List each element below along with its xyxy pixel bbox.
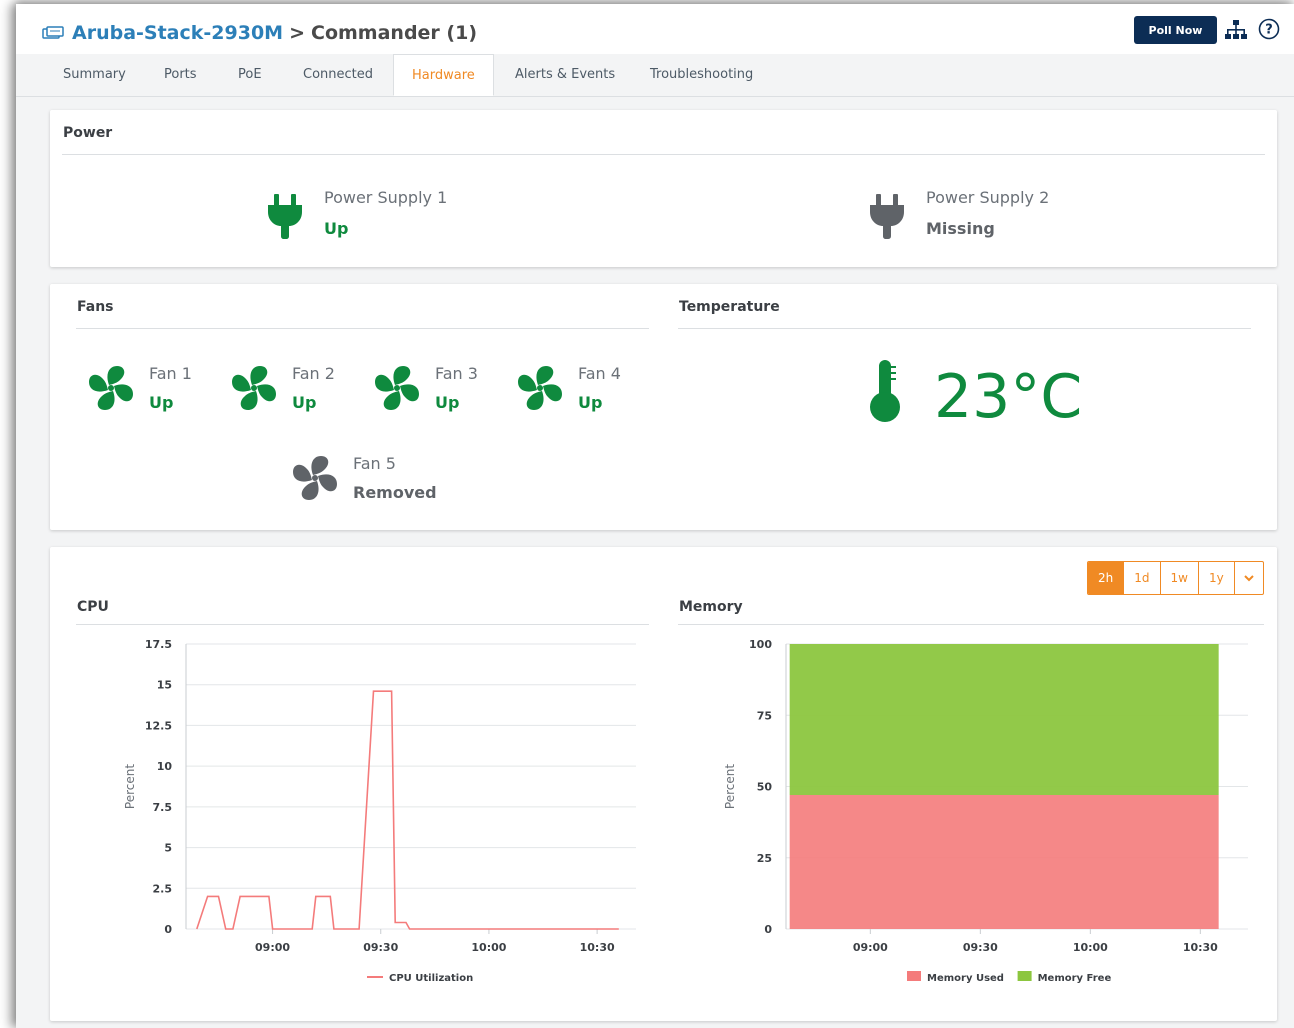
y-tick-label: 75 [757,709,772,722]
legend-label: Memory Used [927,973,1004,984]
power-supply-name: Power Supply 1 [324,188,448,207]
y-axis-title: Percent [123,764,137,809]
fan-3: Fan 3 Up [373,364,478,412]
tab-connected[interactable]: Connected [303,67,373,82]
x-tick-label: 09:30 [963,941,998,954]
fan-name: Fan 1 [149,364,192,383]
cpu-chart-title: CPU [77,599,109,615]
legend-label: CPU Utilization [389,973,473,984]
fans-title: Fans [77,299,114,315]
range-2h-button[interactable]: 2h [1088,562,1125,594]
help-icon[interactable]: ? [1258,18,1280,40]
y-tick-label: 5 [164,842,172,855]
memory-chart: 0 25 50 75 100 Percent 09:00 09:30 10:00 10:30 Mem… [723,638,1248,984]
fan-name: Fan 3 [435,364,478,383]
fan-1: Fan 1 Up [87,364,192,412]
fan-name: Fan 4 [578,364,621,383]
power-supply-2: Power Supply 2 Missing [868,188,1049,240]
fan-icon [89,366,133,410]
fan-status: Removed [353,483,437,502]
tab-poe[interactable]: PoE [238,67,262,82]
x-tick-label: 09:00 [853,941,888,954]
power-supply-status: Up [324,219,349,238]
range-1d-button[interactable]: 1d [1124,562,1161,594]
divider [678,328,1251,329]
device-name-link[interactable]: Aruba-Stack-2930M [72,22,283,44]
cpu-chart: 0 2.5 5 7.5 10 12.5 15 17.5 09:00 09:30 10:00 10:30… [123,638,636,984]
tab-alerts-events[interactable]: Alerts & Events [515,67,615,82]
breadcrumb-separator: > [289,22,305,44]
title-bar: Aruba-Stack-2930M > Commander (1) Poll N… [16,4,1294,54]
fan-5: Fan 5 Removed [291,454,437,502]
y-tick-label: 17.5 [145,638,172,651]
chevron-down-icon [1244,575,1254,582]
tab-bar: Summary Ports PoE Connected Hardware Ale… [16,54,1294,97]
x-tick-label: 10:30 [580,941,615,954]
fan-2: Fan 2 Up [230,364,335,412]
temperature-value: 23°C [934,362,1083,432]
fans-temperature-card: Fans Temperature Fan 1 Up Fan 2 Up Fan 3… [50,284,1277,530]
x-tick-label: 10:00 [1073,941,1108,954]
fan-status: Up [578,393,603,412]
fan-name: Fan 5 [353,454,396,473]
temperature-title: Temperature [679,299,780,315]
memory-free-area [789,644,1219,796]
y-tick-label: 25 [757,852,772,865]
legend-swatch [907,971,921,981]
tab-summary[interactable]: Summary [63,67,126,82]
switch-device-icon [42,26,64,39]
tab-hardware[interactable]: Hardware [393,54,494,96]
y-tick-label: 10 [157,760,173,773]
fan-status: Up [149,393,174,412]
fan-name: Fan 2 [292,364,335,383]
topology-icon[interactable] [1224,18,1248,42]
y-tick-label: 0 [164,923,172,936]
tab-ports[interactable]: Ports [164,67,197,82]
legend-label: Memory Free [1038,973,1112,984]
y-axis-title: Percent [723,764,737,809]
member-name: Commander (1) [311,22,477,44]
x-tick-label: 09:30 [363,941,398,954]
svg-text:?: ? [1265,23,1273,38]
range-1w-button[interactable]: 1w [1161,562,1199,594]
y-tick-label: 15 [157,679,172,692]
power-supply-status: Missing [926,219,995,238]
fan-icon [375,366,419,410]
tab-troubleshooting[interactable]: Troubleshooting [650,67,753,82]
range-dropdown-button[interactable] [1235,562,1263,594]
breadcrumb: Aruba-Stack-2930M > Commander (1) [42,22,477,44]
memory-used-area [789,795,1219,929]
range-1y-button[interactable]: 1y [1199,562,1235,594]
cpu-utilization-line [196,690,619,930]
thermometer-icon [870,360,900,422]
x-tick-label: 09:00 [255,941,290,954]
time-range-selector: 2h 1d 1w 1y [1087,561,1264,595]
fan-icon [232,366,276,410]
power-title: Power [63,125,113,141]
memory-chart-title: Memory [679,599,743,615]
legend-swatch [1017,971,1032,981]
window-frame: Aruba-Stack-2930M > Commander (1) Poll N… [16,4,1294,1028]
power-supply-1: Power Supply 1 Up [266,188,447,240]
power-supply-name: Power Supply 2 [926,188,1050,207]
fan-icon [293,456,337,500]
fan-status: Up [435,393,460,412]
plug-icon [870,194,904,239]
y-tick-label: 7.5 [153,801,173,814]
x-tick-label: 10:30 [1183,941,1218,954]
fan-icon [518,366,562,410]
divider [62,154,1265,155]
x-tick-label: 10:00 [471,941,506,954]
fan-4: Fan 4 Up [516,364,621,412]
y-tick-label: 12.5 [145,719,172,732]
poll-now-button[interactable]: Poll Now [1134,16,1217,44]
fan-status: Up [292,393,317,412]
y-tick-label: 50 [757,781,773,794]
y-tick-label: 0 [764,923,772,936]
y-tick-label: 100 [749,638,772,651]
divider [76,328,649,329]
plug-icon [268,194,302,239]
power-card: Power Power Supply 1 Up Power Supply 2 M… [50,110,1277,267]
y-tick-label: 2.5 [153,882,173,895]
